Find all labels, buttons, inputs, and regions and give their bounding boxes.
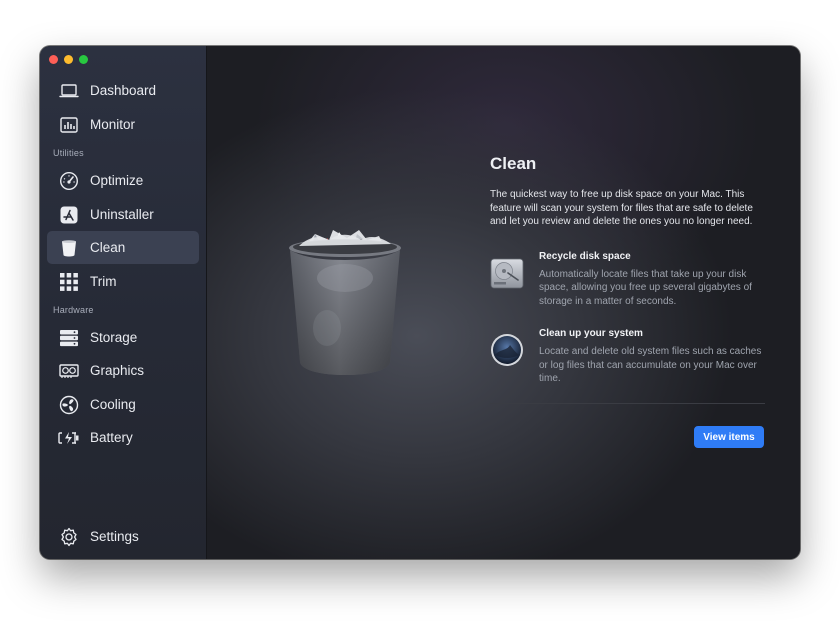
- main-panel: Clean The quickest way to free up disk s…: [207, 46, 800, 559]
- feature-title: Clean up your system: [539, 328, 643, 339]
- sidebar-item-trim[interactable]: Trim: [47, 265, 199, 298]
- feature-description: Automatically locate files that take up …: [539, 268, 752, 307]
- speedometer-icon: [58, 171, 80, 191]
- gear-icon: [58, 527, 80, 547]
- sidebar-item-label: Clean: [90, 240, 126, 255]
- zoom-window-button[interactable]: [79, 55, 88, 64]
- view-items-button[interactable]: View items: [694, 426, 764, 448]
- sidebar-item-settings[interactable]: Settings: [47, 520, 199, 553]
- sidebar-item-label: Uninstaller: [90, 207, 154, 222]
- feature-clean-up-system: Clean up your system Locate and delete o…: [490, 328, 765, 386]
- sidebar: Dashboard Monitor Utilities Optimize Uni…: [40, 46, 207, 559]
- window-controls: [49, 55, 88, 64]
- sidebar-item-optimize[interactable]: Optimize: [47, 164, 199, 197]
- sidebar-item-label: Graphics: [90, 363, 145, 378]
- sidebar-item-label: Optimize: [90, 173, 144, 188]
- sidebar-item-label: Dashboard: [90, 83, 157, 98]
- close-window-button[interactable]: [49, 55, 58, 64]
- feature-recycle-disk-space: Recycle disk space Automatically locate …: [490, 251, 765, 309]
- sidebar-item-label: Monitor: [90, 117, 136, 132]
- fan-icon: [58, 395, 80, 415]
- hard-drive-icon: [490, 256, 524, 292]
- sidebar-item-label: Storage: [90, 330, 138, 345]
- minimize-window-button[interactable]: [64, 55, 73, 64]
- divider: [490, 402, 765, 404]
- sidebar-item-graphics[interactable]: Graphics: [47, 354, 199, 387]
- laptop-icon: [58, 81, 80, 101]
- battery-icon: [58, 428, 80, 448]
- feature-description: Locate and delete old system files such …: [539, 346, 762, 384]
- section-label-utilities: Utilities: [53, 148, 84, 158]
- sidebar-item-storage[interactable]: Storage: [47, 321, 199, 354]
- sidebar-item-label: Battery: [90, 430, 133, 445]
- macos-disc-icon: [490, 333, 524, 369]
- grid-icon: [58, 272, 80, 292]
- page-title: Clean: [490, 154, 537, 173]
- sidebar-item-cooling[interactable]: Cooling: [47, 388, 199, 421]
- app-store-icon: [58, 205, 80, 225]
- graphics-card-icon: [58, 361, 80, 381]
- section-label-hardware: Hardware: [53, 305, 94, 315]
- monitor-chart-icon: [58, 115, 80, 135]
- feature-title: Recycle disk space: [539, 250, 631, 262]
- sidebar-item-monitor[interactable]: Monitor: [47, 108, 199, 141]
- content-panel: Clean The quickest way to free up disk s…: [490, 154, 765, 404]
- intro-text: The quickest way to free up disk space o…: [490, 189, 753, 227]
- sidebar-item-battery[interactable]: Battery: [47, 421, 199, 454]
- sidebar-item-clean[interactable]: Clean: [47, 231, 199, 264]
- sidebar-item-label: Cooling: [90, 397, 136, 412]
- sidebar-item-label: Trim: [90, 274, 117, 289]
- sidebar-item-dashboard[interactable]: Dashboard: [47, 74, 199, 107]
- sidebar-item-uninstaller[interactable]: Uninstaller: [47, 198, 199, 231]
- trash-bin-illustration-icon: [287, 228, 403, 381]
- app-window: Dashboard Monitor Utilities Optimize Uni…: [40, 46, 800, 559]
- trash-bin-icon: [58, 238, 80, 258]
- sidebar-item-label: Settings: [90, 529, 139, 544]
- storage-icon: [58, 328, 80, 348]
